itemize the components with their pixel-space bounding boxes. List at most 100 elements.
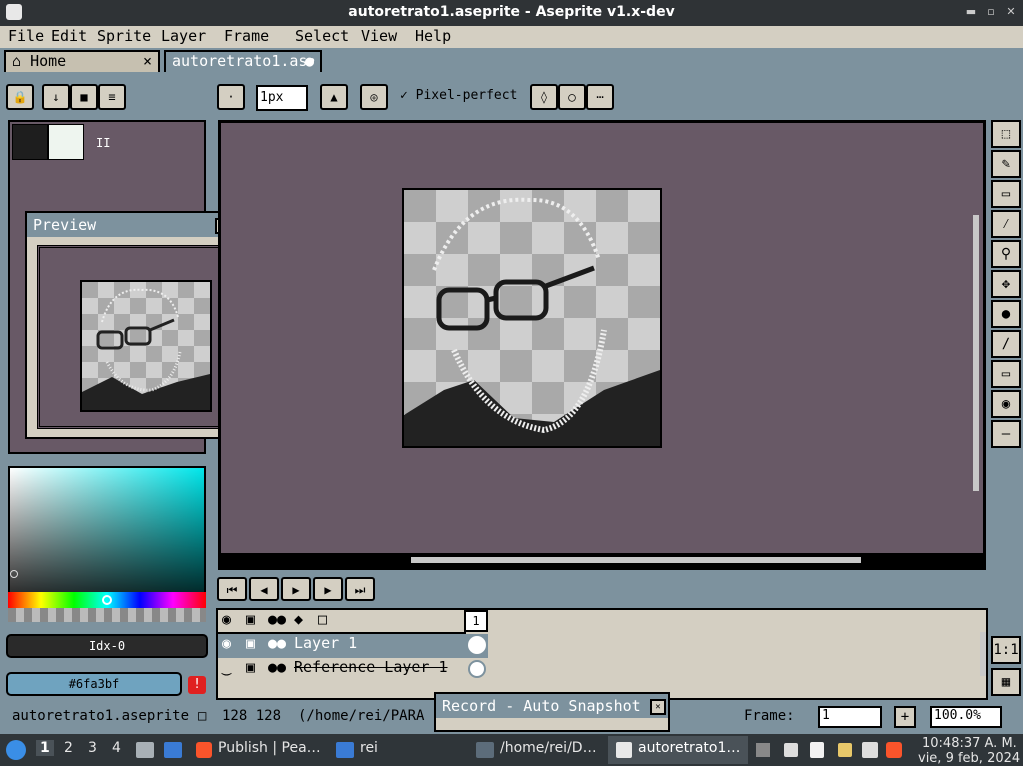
warning-icon[interactable]: !: [188, 676, 206, 694]
lock-icon[interactable]: 🔒: [6, 84, 34, 110]
first-frame-icon[interactable]: ⏮: [217, 577, 247, 601]
prev-frame-icon[interactable]: ◀: [249, 577, 279, 601]
lock-layers-icon[interactable]: ▣: [246, 610, 255, 628]
marquee-tool-icon[interactable]: ⬚: [991, 120, 1021, 148]
sprite-canvas[interactable]: [402, 188, 662, 448]
fill-tool-icon[interactable]: ●: [991, 300, 1021, 328]
menu-select[interactable]: Select: [295, 27, 349, 45]
dynamics-icon[interactable]: ◊: [530, 84, 558, 110]
vertical-scrollbar[interactable]: [973, 215, 979, 491]
frame-input[interactable]: 1: [818, 706, 882, 728]
canvas-size-icon: □: [198, 708, 207, 724]
cel-dot[interactable]: [468, 660, 486, 678]
menu-help[interactable]: Help: [415, 27, 451, 45]
pencil-tool-icon[interactable]: ✎: [991, 150, 1021, 178]
close-icon[interactable]: ✕: [1004, 5, 1018, 19]
horizontal-scrollbar[interactable]: [411, 557, 861, 563]
more-options-button[interactable]: ⋯: [586, 84, 614, 110]
palette-menu-icon[interactable]: ≡: [98, 84, 126, 110]
pixel-perfect-checkbox[interactable]: ✓ Pixel-perfect: [400, 88, 517, 103]
workspace-2[interactable]: 2: [64, 740, 73, 756]
color-picker-handle[interactable]: [10, 570, 18, 578]
task-files[interactable]: rei: [360, 740, 378, 756]
maximize-icon[interactable]: ▫: [984, 5, 998, 19]
start-menu-icon[interactable]: [6, 740, 26, 760]
layer-name[interactable]: Layer 1: [294, 634, 357, 652]
color-hex-bar[interactable]: #6fa3bf: [6, 672, 182, 696]
blur-tool-icon[interactable]: ―: [991, 420, 1021, 448]
layer-row[interactable]: ◉ ▣ ●● Layer 1: [218, 634, 488, 658]
brave-tray-icon[interactable]: [886, 742, 902, 758]
visibility-icon[interactable]: ◉: [222, 610, 231, 628]
menu-sprite[interactable]: Sprite: [97, 27, 151, 45]
cel-dot[interactable]: [468, 636, 486, 654]
layer-lock-icon[interactable]: ▣: [246, 658, 255, 676]
rectangle-tool-icon[interactable]: ▭: [991, 360, 1021, 388]
menu-edit[interactable]: Edit: [51, 27, 87, 45]
network-icon[interactable]: [862, 742, 878, 758]
layer-continuous-icon[interactable]: ●●: [268, 658, 286, 676]
frame-header[interactable]: 1: [464, 610, 488, 632]
symmetry-icon[interactable]: ◎: [360, 84, 388, 110]
desktop-icon[interactable]: [164, 742, 182, 758]
volume-icon[interactable]: [784, 743, 798, 757]
line-tool-icon[interactable]: ∕: [991, 330, 1021, 358]
save-palette-icon[interactable]: ■: [70, 84, 98, 110]
task-browser[interactable]: Publish | Pea…: [218, 740, 321, 756]
workspace-4[interactable]: 4: [112, 740, 121, 756]
clock-time[interactable]: 10:48:37 A. M.: [922, 736, 1017, 751]
workspace-1[interactable]: 1: [36, 740, 54, 756]
files-launcher-icon[interactable]: [136, 742, 154, 758]
eyedropper-tool-icon[interactable]: ⁄: [991, 210, 1021, 238]
contour-tool-icon[interactable]: ◉: [991, 390, 1021, 418]
tray-arrow-icon[interactable]: [756, 743, 770, 757]
menu-layer[interactable]: Layer: [161, 27, 206, 45]
menu-file[interactable]: File: [8, 27, 44, 45]
tab-home[interactable]: ⌂ Home ×: [4, 50, 160, 72]
minimize-icon[interactable]: ▬: [964, 5, 978, 19]
clipboard-icon[interactable]: [810, 742, 824, 758]
eraser-tool-icon[interactable]: ▭: [991, 180, 1021, 208]
unsaved-dot-icon[interactable]: ●: [305, 52, 314, 70]
task-aseprite[interactable]: autoretrato1…: [638, 740, 740, 756]
new-frame-button[interactable]: +: [894, 706, 916, 728]
workspace-3[interactable]: 3: [88, 740, 97, 756]
play-icon[interactable]: ▶: [281, 577, 311, 601]
layer-hidden-icon[interactable]: ‿: [222, 658, 231, 676]
last-frame-icon[interactable]: ⏭: [345, 577, 375, 601]
next-frame-icon[interactable]: ▶: [313, 577, 343, 601]
zoom-1-1-icon[interactable]: 1:1: [991, 636, 1021, 664]
notes-icon[interactable]: [838, 743, 852, 757]
snapshot-close-icon[interactable]: ✕: [650, 699, 666, 715]
continuous-icon[interactable]: ●●: [268, 610, 286, 628]
palette-swatch-white[interactable]: [48, 124, 84, 160]
timeline-toggle-icon[interactable]: ▦: [991, 668, 1021, 696]
timeline-scrollbar[interactable]: [980, 632, 986, 676]
color-index-bar[interactable]: Idx-0: [6, 634, 208, 658]
layer-continuous-icon[interactable]: ●●: [268, 634, 286, 652]
menu-view[interactable]: View: [361, 27, 397, 45]
tab-document[interactable]: autoretrato1.as• ●: [164, 50, 322, 72]
menu-frame[interactable]: Frame: [224, 27, 269, 45]
ink-icon[interactable]: ▲: [320, 84, 348, 110]
sort-down-icon[interactable]: ↓: [42, 84, 70, 110]
move-tool-icon[interactable]: ✥: [991, 270, 1021, 298]
brush-size-input[interactable]: 1px: [256, 85, 308, 111]
hue-handle[interactable]: [102, 595, 112, 605]
zoom-input[interactable]: 100.0%: [930, 706, 1002, 728]
zoom-tool-icon[interactable]: ⚲: [991, 240, 1021, 268]
layer-row[interactable]: ‿ ▣ ●● Reference Layer 1: [218, 658, 488, 682]
link-icon[interactable]: ◆: [294, 610, 303, 628]
task-terminal[interactable]: /home/rei/D…: [500, 740, 597, 756]
sampling-icon[interactable]: ◯: [558, 84, 586, 110]
preview-portrait-drawing: [82, 288, 210, 410]
brush-type-icon[interactable]: ·: [217, 84, 245, 110]
layer-visible-icon[interactable]: ◉: [222, 634, 231, 652]
layer-lock-icon[interactable]: ▣: [246, 634, 255, 652]
layer-name[interactable]: Reference Layer 1: [294, 658, 448, 676]
onion-skin-icon[interactable]: □: [318, 610, 327, 628]
clock-date[interactable]: vie, 9 feb, 2024: [918, 751, 1020, 766]
alpha-slider[interactable]: [8, 608, 206, 622]
tab-close-icon[interactable]: ×: [143, 52, 152, 70]
palette-swatch-black[interactable]: [12, 124, 48, 160]
